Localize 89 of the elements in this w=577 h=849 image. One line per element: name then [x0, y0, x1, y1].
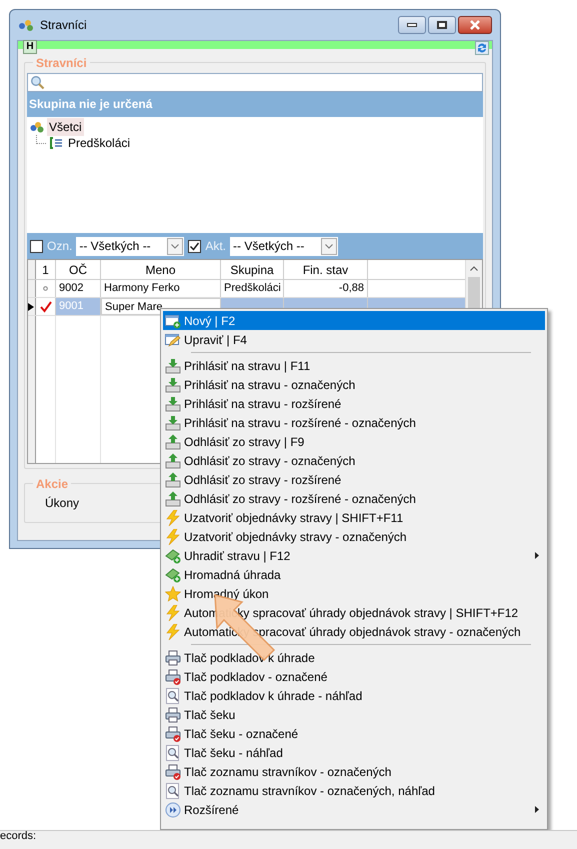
magnifier-page-icon: [165, 782, 181, 798]
filter-label: Ozn.: [47, 238, 72, 255]
tree-header: Skupina nie je určená: [27, 92, 483, 117]
menu-item[interactable]: Prihlásiť na stravu - rozšírené - označených: [163, 413, 545, 432]
lightning-icon: [165, 624, 181, 640]
new-window-icon: [165, 312, 181, 328]
menu-item[interactable]: Tlač zoznamu stravníkov - označených: [163, 762, 545, 781]
magnifier-page-icon: [165, 688, 181, 704]
printer-icon: [165, 706, 181, 722]
search-icon: [30, 75, 45, 90]
basket-arrow-icon: [165, 396, 181, 412]
column-header[interactable]: 1: [36, 260, 56, 279]
menu-item[interactable]: Nový | F2: [163, 311, 545, 330]
basket-arrow-icon: [165, 358, 181, 374]
people-icon: [30, 121, 44, 133]
chevron-down-icon: [171, 244, 180, 248]
basket-arrow-icon: [165, 434, 181, 450]
menu-item[interactable]: Tlač šeku - označené: [163, 724, 545, 743]
table-cell: Predškoláci: [221, 280, 284, 297]
menu-item[interactable]: Odhlásiť zo stravy - rozšírené - označených: [163, 489, 545, 508]
h-button[interactable]: H: [23, 40, 37, 54]
status-text: ecords:: [0, 830, 36, 842]
menu-item[interactable]: Upraviť | F4: [163, 330, 545, 349]
column-header[interactable]: Meno: [101, 260, 221, 279]
dot-icon[interactable]: [43, 286, 48, 291]
banknote-icon: [165, 548, 181, 564]
magnifier-page-icon: [165, 744, 181, 760]
table-cell: 9002: [56, 280, 101, 297]
star-icon: [165, 586, 181, 602]
menu-item[interactable]: Odhlásiť zo stravy - označených: [163, 451, 545, 470]
table-cell: Harmony Ferko: [101, 280, 221, 297]
menu-item[interactable]: Prihlásiť na stravu - označených: [163, 375, 545, 394]
menu-item[interactable]: Tlač šeku - náhľad: [163, 743, 545, 762]
menu-item[interactable]: Prihlásiť na stravu | F11: [163, 356, 545, 375]
menu-item[interactable]: Uhradiť stravu | F12: [163, 546, 545, 565]
row-header[interactable]: [28, 298, 36, 315]
search-field[interactable]: [27, 73, 483, 92]
tree-item[interactable]: Všetci: [47, 118, 84, 136]
menu-item[interactable]: Hromadný úkon: [163, 584, 545, 603]
menu-item[interactable]: Odhlásiť zo stravy | F9: [163, 432, 545, 451]
refresh-icon[interactable]: [475, 41, 489, 55]
forward-icon: [165, 802, 181, 818]
filter-dropdown[interactable]: -- Všetkých --: [230, 236, 338, 256]
checkbox[interactable]: [30, 240, 43, 252]
maximize-button[interactable]: [428, 16, 456, 34]
menu-item[interactable]: Tlač podkladov - označené: [163, 667, 545, 686]
menu-item[interactable]: Tlač podkladov k úhrade - náhľad: [163, 686, 545, 705]
action-button[interactable]: Úkony: [45, 494, 80, 512]
basket-arrow-icon: [165, 414, 181, 430]
check-icon[interactable]: [40, 300, 52, 312]
close-button[interactable]: [458, 16, 492, 34]
printer-check-icon: [165, 726, 181, 742]
basket-arrow-icon: [165, 452, 181, 468]
filter-label: Akt.: [205, 238, 226, 255]
list-icon: [49, 137, 63, 149]
pencil-window-icon: [165, 332, 181, 348]
printer-icon: [165, 650, 181, 666]
table-cell: 9001: [56, 298, 101, 315]
window-title: Stravníci: [40, 17, 87, 34]
lightning-icon: [165, 510, 181, 526]
table-cell: -0,88: [284, 280, 368, 297]
banknote-icon: [165, 566, 181, 582]
basket-arrow-icon: [165, 490, 181, 506]
basket-arrow-icon: [165, 376, 181, 392]
lightning-icon: [165, 604, 181, 620]
column-header[interactable]: OČ: [56, 260, 101, 279]
tree-item[interactable]: Predškoláci: [66, 134, 132, 152]
chevron-down-icon: [325, 244, 334, 248]
printer-check-icon: [165, 764, 181, 780]
close-icon: [470, 20, 480, 30]
menu-item[interactable]: Rozšírené: [163, 800, 545, 819]
current-row-icon: [28, 302, 34, 310]
chevron-up-icon[interactable]: [470, 266, 478, 271]
column-header[interactable]: Skupina: [221, 260, 284, 279]
menu-item[interactable]: Prihlásiť na stravu - rozšírené: [163, 394, 545, 413]
checkbox[interactable]: [188, 240, 202, 252]
printer-check-icon: [165, 668, 181, 684]
minimize-button[interactable]: [398, 16, 426, 34]
menu-item[interactable]: Tlač šeku: [163, 705, 545, 724]
filter-dropdown[interactable]: -- Všetkých --: [76, 236, 184, 256]
menu-item[interactable]: Odhlásiť zo stravy - rozšírené: [163, 470, 545, 489]
column-header[interactable]: Fin. stav: [284, 260, 368, 279]
menu-item[interactable]: Uzatvoriť objednávky stravy - označených: [163, 527, 545, 546]
menu-item[interactable]: Uzatvoriť objednávky stravy | SHIFT+F11: [163, 508, 545, 527]
menu-item[interactable]: Tlač zoznamu stravníkov - označených, náhľad: [163, 781, 545, 800]
basket-arrow-icon: [165, 472, 181, 488]
people-icon: [18, 18, 34, 32]
lightning-icon: [165, 528, 181, 544]
menu-item[interactable]: Hromadná úhrada: [163, 565, 545, 584]
